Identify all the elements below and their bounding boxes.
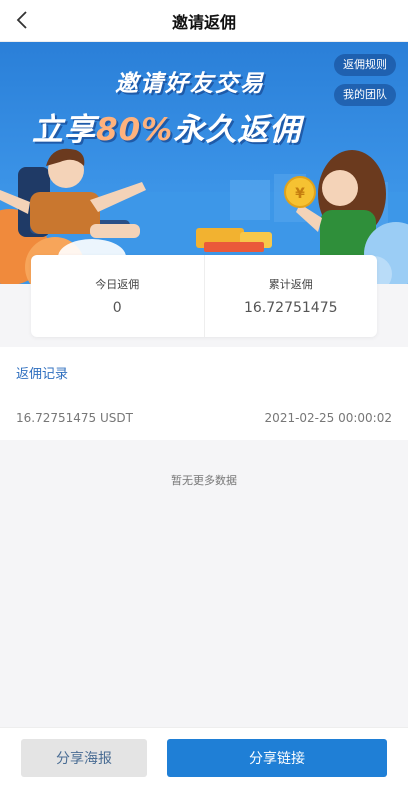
records-title: 返佣记录: [16, 367, 69, 382]
rebate-records-section: 返佣记录 16.72751475 USDT 2021-02-25 00:00:0…: [0, 347, 408, 440]
empty-hint: 暂无更多数据: [171, 474, 237, 487]
svg-text:¥: ¥: [295, 186, 305, 202]
record-date: 2021-02-25 00:00:02: [264, 411, 392, 425]
footer-bar: 分享海报 分享链接: [0, 727, 408, 787]
banner-subheadline: 立享80%永久返佣: [32, 104, 301, 149]
record-amount: 16.72751475 USDT: [16, 411, 133, 425]
chevron-left-icon: [16, 11, 27, 29]
page-title: 邀请返佣: [171, 12, 236, 32]
back-button[interactable]: [8, 6, 36, 34]
stat-today-label: 今日返佣: [95, 278, 140, 291]
banner-subheadline-prefix: 立享: [32, 112, 96, 148]
stat-total-value: 16.72751475: [243, 300, 338, 316]
my-team-button[interactable]: 我的团队: [334, 84, 396, 106]
share-link-button[interactable]: 分享链接: [167, 739, 387, 777]
promo-banner: ¥ 邀请好友交易 立享80%永久返佣 返佣规则 我的团队: [0, 42, 408, 284]
stat-total-label: 累计返佣: [268, 278, 313, 291]
share-poster-button[interactable]: 分享海报: [21, 739, 147, 777]
rebate-stats-card: 今日返佣 0 累计返佣 16.72751475: [31, 255, 377, 337]
stat-today-value: 0: [112, 300, 122, 316]
banner-headline: 邀请好友交易: [115, 71, 265, 97]
stat-today: 今日返佣 0: [31, 255, 204, 337]
nav-bar: 邀请返佣: [0, 0, 408, 42]
stat-total: 累计返佣 16.72751475: [203, 255, 378, 337]
rebate-rules-button[interactable]: 返佣规则: [334, 54, 396, 76]
banner-subheadline-accent: 80%: [96, 112, 174, 148]
banner-subheadline-suffix: 永久返佣: [173, 112, 302, 148]
